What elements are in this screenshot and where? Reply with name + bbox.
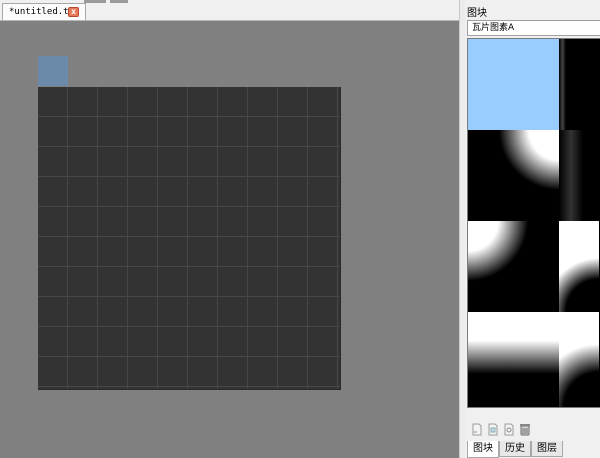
dock-title: 图块 (467, 8, 487, 19)
tab-layers[interactable]: 图层 (531, 441, 563, 457)
tile[interactable] (559, 221, 599, 312)
tile-selected[interactable] (468, 39, 559, 130)
tile-map-grid[interactable] (38, 87, 341, 390)
new-tileset-icon[interactable] (471, 423, 483, 436)
map-canvas[interactable] (0, 21, 459, 458)
edit-tileset-icon[interactable] (503, 423, 515, 436)
toolbar-edge (84, 0, 106, 3)
tileset-selector[interactable]: 瓦片图素A (467, 20, 600, 36)
tab-history[interactable]: 历史 (499, 441, 531, 457)
tileset-dock: 图块 瓦片图素A 图块 历史 图层 (465, 0, 600, 458)
tile[interactable] (559, 39, 599, 130)
tile[interactable] (468, 221, 559, 312)
tile[interactable] (468, 312, 559, 407)
tab-tilesets[interactable]: 图块 (467, 441, 499, 458)
tile[interactable] (559, 312, 599, 407)
close-tab-icon[interactable]: x (68, 7, 79, 17)
remove-tileset-icon[interactable] (519, 423, 531, 436)
tileset-view[interactable] (467, 38, 600, 408)
toolbar-edge (110, 0, 128, 3)
tile[interactable] (468, 130, 559, 221)
tile-cursor (38, 56, 68, 86)
document-tab[interactable]: *untitled.tmx x (2, 3, 86, 20)
import-tileset-icon[interactable] (487, 423, 499, 436)
tile[interactable] (559, 130, 599, 221)
